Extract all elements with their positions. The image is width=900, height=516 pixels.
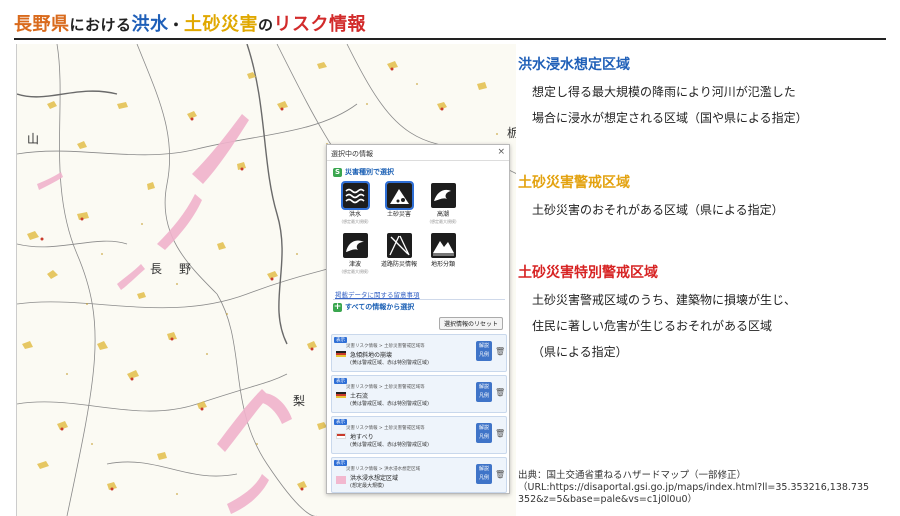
source-credit: 出典：国土交通省重ねるハザードマップ（一部修正） （URL:https://di… <box>518 470 869 506</box>
hazard-landslide-label: 土砂災害 <box>386 211 411 218</box>
layer-path: 災害リスク情報 > 土砂災害警戒区域等 <box>346 426 425 431</box>
legend-button[interactable]: 解説 凡例 <box>476 382 492 402</box>
legend-button[interactable]: 解説 凡例 <box>476 464 492 484</box>
layer-name: 地すべり <box>350 434 374 441</box>
credit-url-line1[interactable]: （URL:https://disaportal.gsi.go.jp/maps/i… <box>518 482 869 494</box>
layer-note: (黄は警戒区域、赤は特別警戒区域) <box>350 401 429 407</box>
trash-icon[interactable]: 🗑 <box>495 347 505 357</box>
layer-card[interactable]: 表示 災害リスク情報 > 土砂災害警戒区域等 土石流 (黄は警戒区域、赤は特別警… <box>331 375 507 413</box>
trash-icon[interactable]: 🗑 <box>495 429 505 439</box>
sediment-desc: 土砂災害のおそれがある区域（県による指定） <box>532 203 784 217</box>
layer-path: 災害リスク情報 > 洪水浸水想定区域 <box>346 467 421 472</box>
data-notes-link[interactable]: 掲載データに関する留意事項 <box>335 289 420 299</box>
tsunami-icon <box>342 233 368 258</box>
storm-surge-icon <box>430 183 456 208</box>
credit-url-line2[interactable]: 352&z=5&base=pale&vs=c1j0l0u0） <box>518 494 869 506</box>
heading-flood-zone: 洪水浸水想定区域 <box>518 57 630 73</box>
hazard-road[interactable]: 道路防災情報 <box>379 233 419 269</box>
title-nagano: 長野県 <box>14 14 70 35</box>
layer-path: 災害リスク情報 > 土砂災害警戒区域等 <box>346 344 425 349</box>
slide-title: 長野県における洪水・土砂災害のリスク情報 <box>14 10 366 36</box>
layer-card[interactable]: 表示 災害リスク情報 > 土砂災害警戒区域等 急傾斜地の崩壊 (黄は警戒区域、赤… <box>331 334 507 372</box>
title-risk-info: リスク情報 <box>273 14 367 35</box>
layer-note: (黄は警戒区域、赤は特別警戒区域) <box>350 442 429 448</box>
hazard-flood[interactable]: 洪水 (想定最大規模) <box>335 181 375 225</box>
layer-name: 急傾斜地の崩壊 <box>350 352 393 359</box>
panel-header: 選択中の情報 × <box>327 145 509 161</box>
title-flood: 洪水 <box>131 14 169 35</box>
reset-selection-button[interactable]: 選択情報のリセット <box>438 317 503 330</box>
panel-title: 選択中の情報 <box>331 150 373 158</box>
select-icon: S <box>333 167 342 177</box>
legend-swatch <box>336 433 346 439</box>
layer-path: 災害リスク情報 > 土砂災害警戒区域等 <box>346 385 425 390</box>
flood-desc-line2: 場合に浸水が想定される区域（国や県による指定） <box>532 111 808 125</box>
section-disaster-type[interactable]: S 災害種別で選択 <box>333 167 394 177</box>
trash-icon[interactable]: 🗑 <box>495 388 505 398</box>
heading-sediment-warning: 土砂災害警戒区域 <box>518 175 630 191</box>
section-all-info-label: すべての情報から選択 <box>345 303 415 311</box>
hazard-tsunami-sub: (想定最大規模) <box>341 269 369 274</box>
hazard-road-label: 道路防災情報 <box>380 261 417 268</box>
layer-note: (想定最大規模) <box>350 483 384 489</box>
section-all-info[interactable]: + すべての情報から選択 <box>333 302 414 312</box>
special-desc-line1: 土砂災害警戒区域のうち、建築物に損壊が生じ、 <box>532 293 797 307</box>
map-label-nashi: 梨 <box>293 394 306 408</box>
layer-note: (黄は警戒区域、赤は特別警戒区域) <box>350 360 429 366</box>
close-icon[interactable]: × <box>497 147 505 157</box>
flood-desc-line1: 想定し得る最大規模の降雨により河川が氾濫した <box>532 85 796 99</box>
hazard-storm-surge-sub: (想定最大規模) <box>429 219 457 224</box>
map-label-no: 野 <box>179 262 192 276</box>
section-disaster-type-label: 災害種別で選択 <box>345 168 394 176</box>
hazard-tsunami-label: 津波 <box>348 261 361 268</box>
landslide-icon <box>384 181 414 210</box>
title-sediment: 土砂災害 <box>184 14 259 35</box>
hazard-landslide[interactable]: 土砂災害 <box>379 181 419 219</box>
panel-divider <box>333 299 505 300</box>
title-dot: ・ <box>168 16 185 34</box>
layer-name: 土石流 <box>350 393 369 400</box>
legend-swatch <box>336 476 346 484</box>
terrain-icon <box>430 233 456 258</box>
map-label-naga: 長 <box>150 262 163 276</box>
hazard-terrain-label: 地形分類 <box>430 261 455 268</box>
title-bar: 長野県における洪水・土砂災害のリスク情報 <box>0 0 900 44</box>
legend-swatch <box>336 351 346 357</box>
layer-card[interactable]: 表示 災害リスク情報 > 洪水浸水想定区域 洪水浸水想定区域 (想定最大規模) … <box>331 457 507 493</box>
plus-icon: + <box>333 301 342 312</box>
map-label-yama-top: 山 <box>27 132 40 146</box>
hazard-terrain[interactable]: 地形分類 <box>423 233 463 269</box>
heading-sediment-special: 土砂災害特別警戒区域 <box>518 265 658 281</box>
hazard-storm-surge[interactable]: 高潮 (想定最大規模) <box>423 183 463 225</box>
map-label-tochi: 栃 <box>507 124 516 141</box>
road-icon <box>386 233 412 258</box>
trash-icon[interactable]: 🗑 <box>495 470 505 480</box>
credit-line1: 出典：国土交通省重ねるハザードマップ（一部修正） <box>518 470 747 481</box>
legend-swatch <box>336 392 346 398</box>
layer-name: 洪水浸水想定区域 <box>350 475 399 482</box>
layer-card[interactable]: 表示 災害リスク情報 > 土砂災害警戒区域等 地すべり (黄は警戒区域、赤は特別… <box>331 416 507 454</box>
title-underline <box>14 38 886 40</box>
hazard-flood-sub: (想定最大規模) <box>341 219 369 224</box>
flood-icon <box>340 181 370 210</box>
hazard-flood-label: 洪水 <box>348 211 361 218</box>
hazard-tsunami[interactable]: 津波 (想定最大規模) <box>335 233 375 275</box>
title-no: の <box>258 16 274 34</box>
legend-button[interactable]: 解説 凡例 <box>476 423 492 443</box>
hazard-storm-surge-label: 高潮 <box>436 211 449 218</box>
special-desc-line2: 住民に著しい危害が生じるおそれがある区域 <box>532 319 773 333</box>
special-desc-line3: （県による指定） <box>532 345 628 359</box>
legend-button[interactable]: 解説 凡例 <box>476 341 492 361</box>
title-niokeru: における <box>69 16 132 34</box>
selected-info-panel: 選択中の情報 × S 災害種別で選択 洪水 (想定最大規模) 土砂災害 高潮 (… <box>326 144 510 494</box>
